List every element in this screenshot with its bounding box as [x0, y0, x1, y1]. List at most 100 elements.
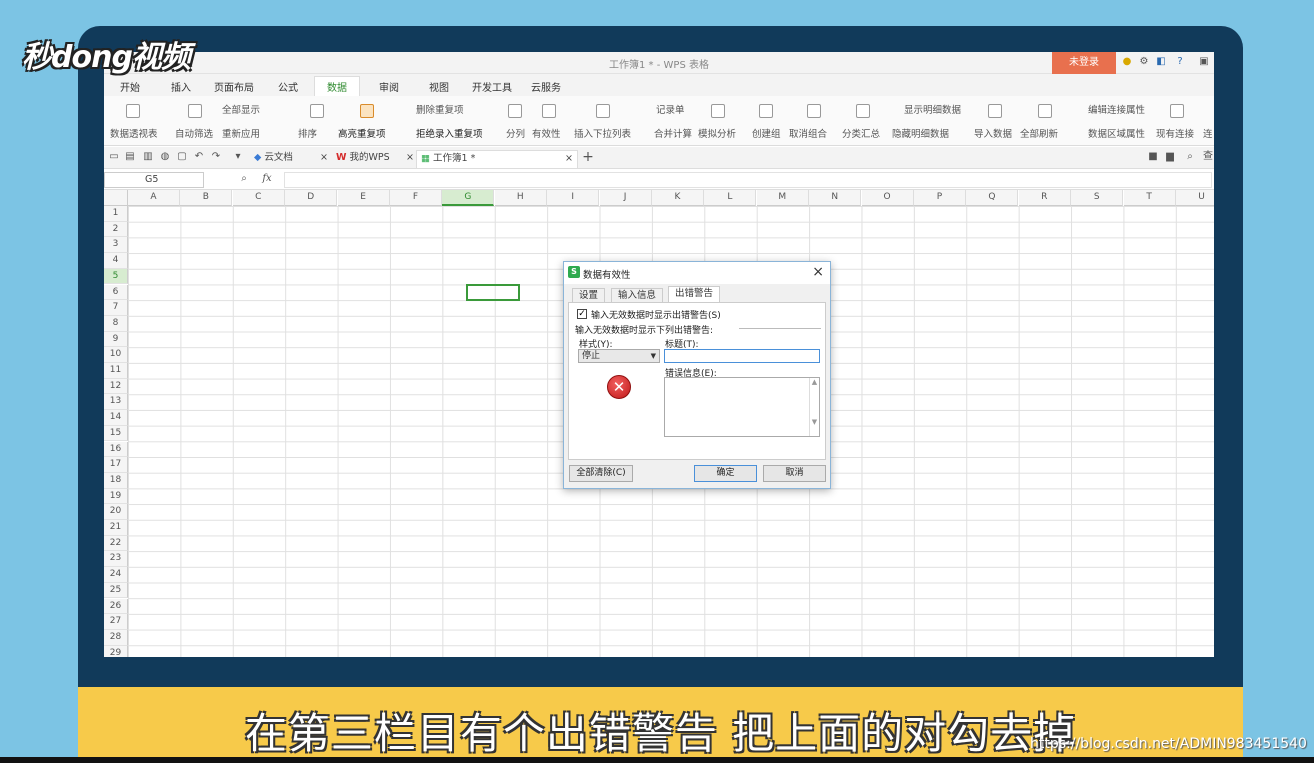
row-header[interactable]: 22: [104, 535, 128, 552]
row-header[interactable]: 10: [104, 347, 128, 363]
row-header[interactable]: 21: [104, 520, 128, 536]
column-header[interactable]: E: [337, 190, 390, 206]
ribbon-edit-connection[interactable]: 编辑连接属性: [1088, 102, 1145, 116]
ribbon-hide-detail[interactable]: 隐藏明细数据: [892, 126, 949, 140]
tab-input-message[interactable]: 输入信息: [611, 288, 664, 302]
preview-icon[interactable]: ▢: [176, 151, 188, 163]
row-header[interactable]: 25: [104, 582, 128, 599]
row-header[interactable]: 3: [104, 237, 128, 254]
row-header[interactable]: 9: [104, 331, 128, 348]
redo-icon[interactable]: ↷: [210, 151, 222, 163]
menu-cloud[interactable]: 云服务: [531, 79, 561, 94]
cancel-button[interactable]: 取消: [763, 465, 826, 482]
row-header[interactable]: 18: [104, 472, 128, 489]
menu-review[interactable]: 审阅: [379, 79, 399, 94]
ribbon-create-group[interactable]: 创建组: [752, 126, 781, 140]
column-header[interactable]: S: [1071, 190, 1124, 206]
ribbon-reject-duplicates[interactable]: 拒绝录入重复项: [416, 126, 483, 140]
column-header[interactable]: I: [547, 190, 600, 206]
ribbon-consolidate[interactable]: 合并计算: [654, 126, 692, 140]
menu-insert[interactable]: 插入: [171, 79, 191, 94]
ribbon-subtotal[interactable]: 分类汇总: [842, 126, 880, 140]
menu-view[interactable]: 视图: [429, 79, 449, 94]
column-header[interactable]: B: [180, 190, 233, 206]
row-header[interactable]: 14: [104, 410, 128, 426]
row-header[interactable]: 7: [104, 300, 128, 316]
show-error-label[interactable]: 输入无效数据时显示出错警告(S): [591, 308, 721, 321]
show-error-checkbox[interactable]: ✓: [577, 309, 587, 319]
ribbon-reapply[interactable]: 重新应用: [222, 126, 260, 140]
active-cell[interactable]: [466, 284, 520, 301]
row-header[interactable]: 26: [104, 598, 128, 615]
ribbon-ungroup[interactable]: 取消组合: [789, 126, 827, 140]
tab-my-wps[interactable]: W 我的WPS ×: [332, 150, 416, 168]
new-tab-icon[interactable]: +: [582, 150, 594, 164]
menu-formula[interactable]: 公式: [278, 79, 298, 94]
column-header[interactable]: F: [390, 190, 442, 206]
column-header[interactable]: T: [1123, 190, 1176, 206]
column-header[interactable]: A: [128, 190, 180, 206]
ribbon-highlight-duplicates[interactable]: 高亮重复项: [338, 126, 386, 140]
ribbon-validity[interactable]: 有效性: [532, 126, 561, 140]
menu-developer[interactable]: 开发工具: [472, 79, 512, 94]
clear-all-button[interactable]: 全部清除(C): [569, 465, 633, 482]
row-header[interactable]: 23: [104, 551, 128, 568]
menu-data[interactable]: 数据: [314, 76, 360, 96]
row-header[interactable]: 1: [104, 206, 128, 222]
skin-switch-icon[interactable]: ■: [1147, 151, 1159, 163]
row-header[interactable]: 16: [104, 441, 128, 458]
ribbon-pivot-table[interactable]: 数据透视表: [110, 126, 158, 140]
row-header[interactable]: 2: [104, 221, 128, 238]
search-icon[interactable]: ⌕: [1184, 151, 1196, 163]
row-header[interactable]: 29: [104, 645, 128, 657]
row-header[interactable]: 12: [104, 378, 128, 395]
ribbon-connect[interactable]: 连: [1203, 126, 1213, 140]
column-header[interactable]: L: [704, 190, 757, 206]
row-header[interactable]: 19: [104, 488, 128, 505]
ribbon-auto-filter[interactable]: 自动筛选: [175, 126, 213, 140]
column-header[interactable]: Q: [966, 190, 1019, 206]
function-icon[interactable]: fx: [259, 173, 275, 185]
row-header[interactable]: 17: [104, 457, 128, 473]
tab-error-alert[interactable]: 出错警告: [668, 286, 721, 302]
row-header[interactable]: 4: [104, 253, 128, 269]
ribbon-import-data[interactable]: 导入数据: [974, 126, 1012, 140]
row-header[interactable]: 28: [104, 629, 128, 646]
row-header[interactable]: 20: [104, 504, 128, 520]
name-box[interactable]: G5: [104, 172, 204, 188]
column-header[interactable]: N: [809, 190, 862, 206]
ok-button[interactable]: 确定: [694, 465, 757, 482]
feedback-icon[interactable]: ◧: [1155, 56, 1167, 68]
export-icon[interactable]: ▥: [142, 151, 154, 163]
column-header[interactable]: G: [442, 190, 495, 206]
column-header[interactable]: O: [861, 190, 914, 206]
settings-icon[interactable]: ⚙: [1138, 56, 1150, 68]
row-header[interactable]: 11: [104, 363, 128, 379]
tab-workbook1[interactable]: ▦ 工作簿1 * ×: [416, 150, 578, 168]
title-input[interactable]: [664, 349, 820, 363]
save-icon[interactable]: ▤: [124, 151, 136, 163]
formula-input[interactable]: [284, 172, 1212, 188]
row-header[interactable]: 8: [104, 315, 128, 332]
ribbon-existing-connection[interactable]: 现有连接: [1156, 126, 1194, 140]
row-header[interactable]: 27: [104, 614, 128, 630]
close-icon[interactable]: ×: [565, 151, 573, 167]
ribbon-record-form[interactable]: 记录单: [656, 102, 685, 116]
skin-icon[interactable]: ●: [1121, 56, 1133, 68]
tab-settings[interactable]: 设置: [572, 288, 606, 302]
window-restore-icon[interactable]: ▣: [1198, 56, 1210, 68]
column-header[interactable]: P: [914, 190, 966, 206]
ribbon-refresh-all[interactable]: 全部刷新: [1020, 126, 1058, 140]
ribbon-sort[interactable]: 排序: [298, 126, 317, 140]
row-header[interactable]: 24: [104, 567, 128, 583]
column-header[interactable]: R: [1018, 190, 1071, 206]
open-icon[interactable]: ▭: [108, 151, 120, 163]
menu-home[interactable]: 开始: [120, 79, 140, 94]
column-header[interactable]: K: [652, 190, 704, 206]
column-header[interactable]: M: [756, 190, 809, 206]
comment-icon[interactable]: ▆: [1164, 151, 1176, 163]
search-hint[interactable]: 查: [1198, 151, 1214, 163]
close-icon[interactable]: ×: [406, 150, 414, 166]
close-icon[interactable]: ×: [812, 264, 824, 280]
login-button[interactable]: 未登录: [1052, 52, 1116, 74]
